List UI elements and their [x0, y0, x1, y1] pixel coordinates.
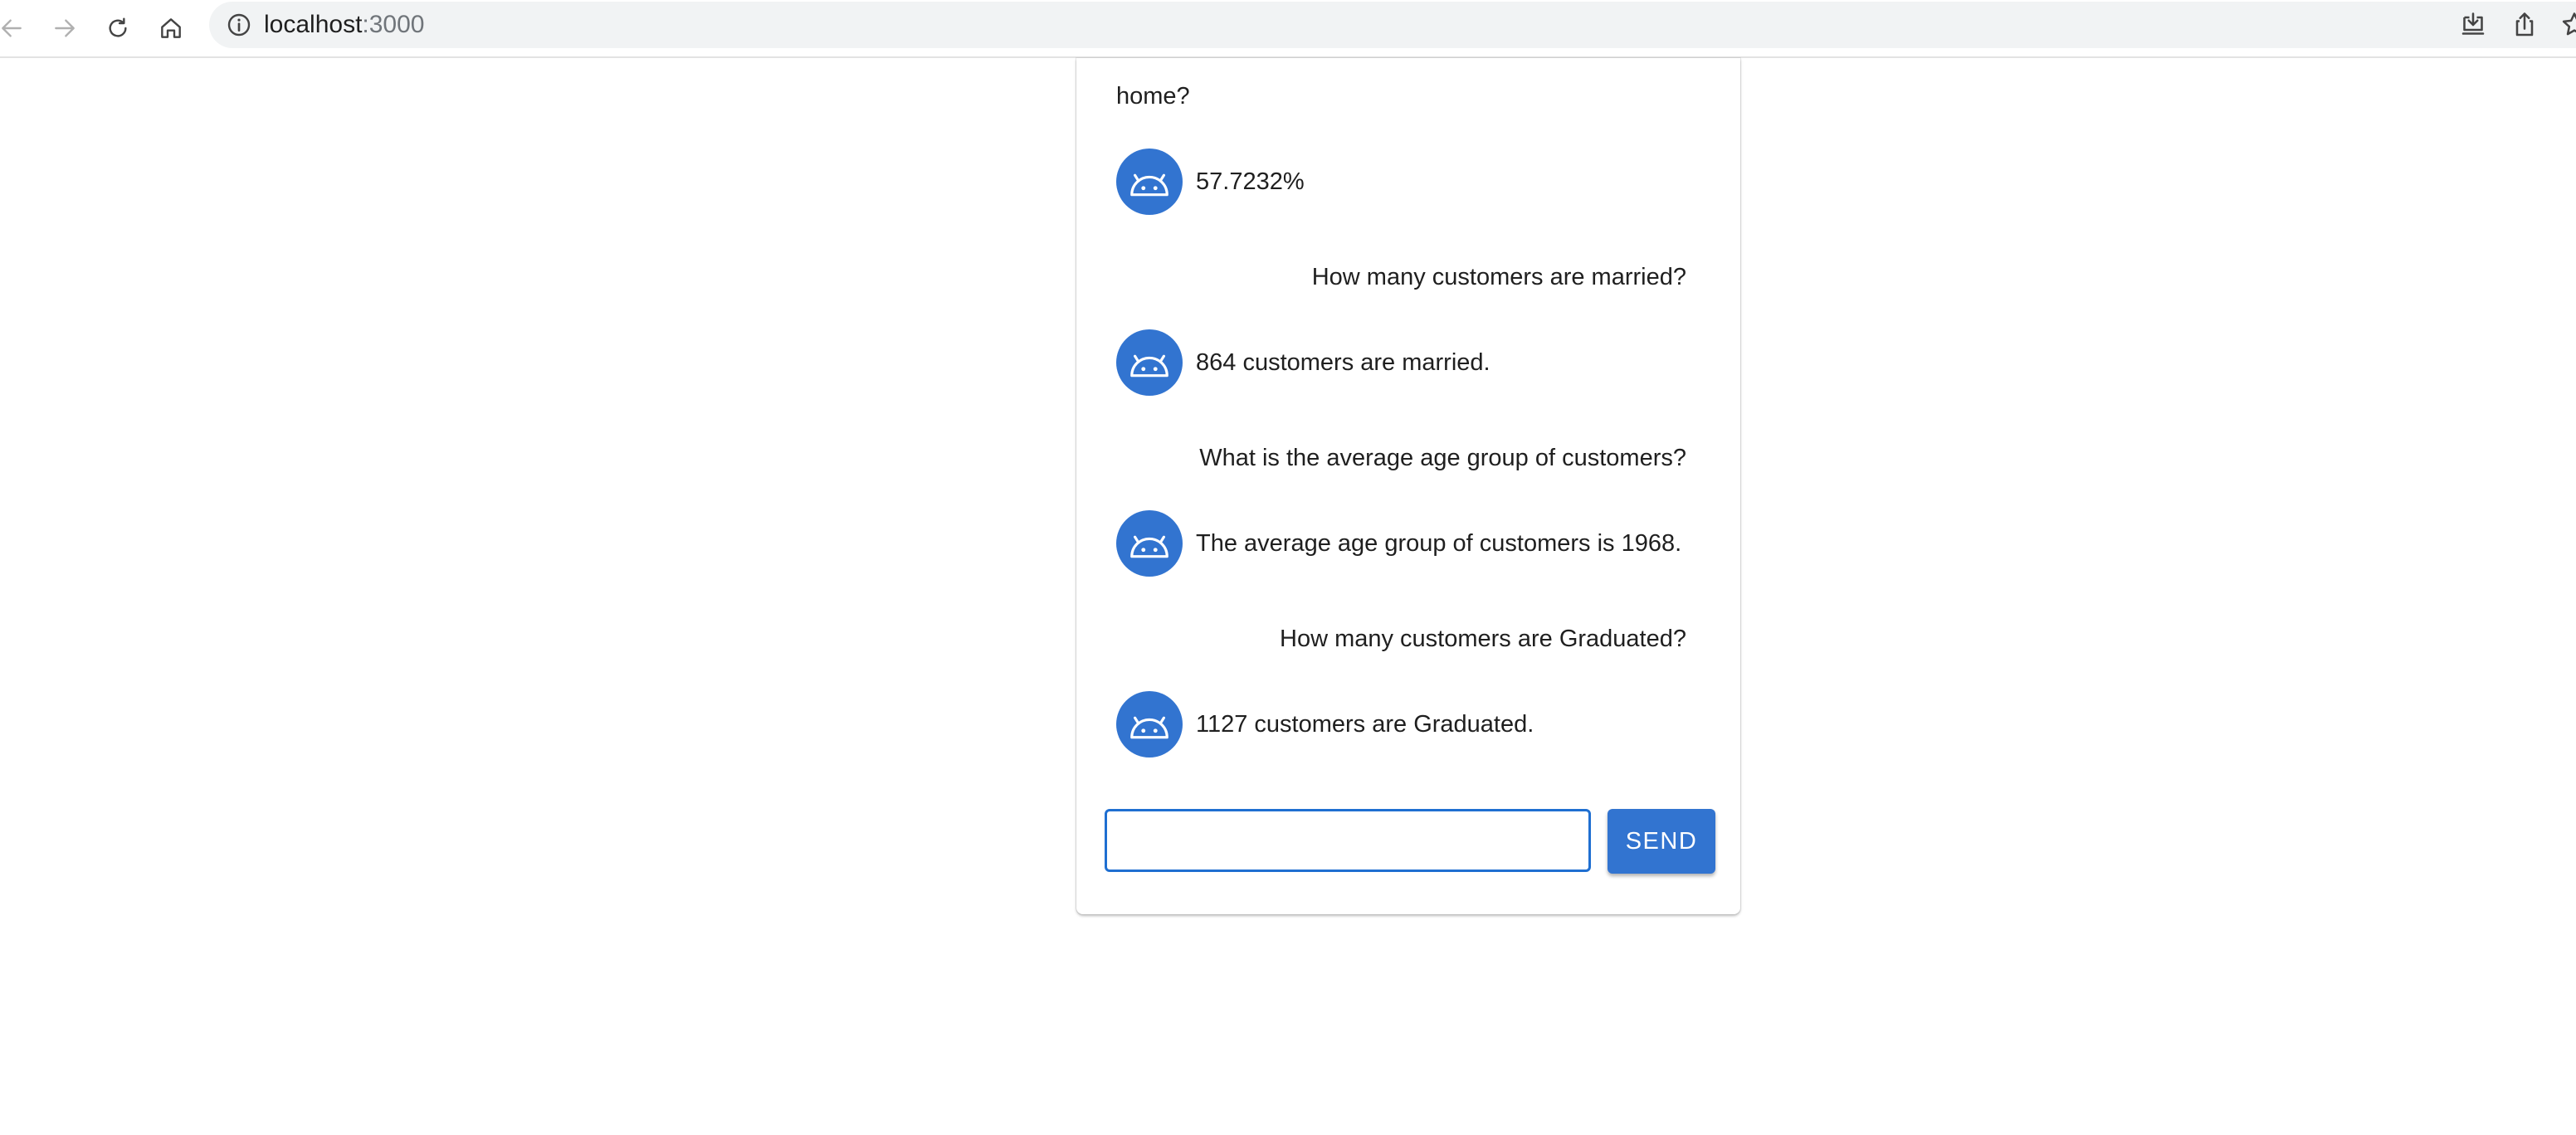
bot-message-text: 864 customers are married. — [1196, 349, 1490, 376]
info-icon[interactable] — [226, 12, 252, 38]
address-bar[interactable]: localhost:3000 — [209, 2, 2576, 48]
bot-message-text: 57.7232% — [1196, 168, 1305, 195]
bookmark-star-icon[interactable] — [2559, 10, 2576, 40]
user-message: What is the average age group of custome… — [1199, 445, 1686, 471]
android-robot-icon — [1116, 691, 1183, 757]
android-robot-icon — [1116, 329, 1183, 396]
url-text: localhost:3000 — [264, 10, 424, 40]
android-robot-icon — [1116, 510, 1183, 577]
back-arrow-icon[interactable] — [0, 7, 33, 50]
forward-arrow-icon[interactable] — [43, 7, 86, 50]
send-button[interactable]: SEND — [1608, 809, 1715, 874]
url-port: :3000 — [362, 11, 425, 38]
chat-input[interactable] — [1105, 809, 1591, 872]
bot-message-text: 1127 customers are Graduated. — [1196, 711, 1534, 738]
android-robot-icon — [1116, 149, 1183, 215]
reload-icon[interactable] — [96, 7, 139, 50]
install-app-icon[interactable] — [2458, 10, 2488, 40]
share-icon[interactable] — [2510, 10, 2539, 40]
url-host: localhost — [264, 11, 363, 38]
user-message: How many customers are married? — [1311, 264, 1686, 290]
home-icon[interactable] — [149, 7, 193, 50]
bot-message-text: The average age group of customers is 19… — [1196, 530, 1682, 557]
user-message: How many customers are Graduated? — [1280, 626, 1686, 652]
chat-card: home? 57.7232% How many customers are ma… — [1076, 58, 1740, 914]
browser-toolbar: localhost:3000 — [0, 0, 2576, 58]
user-message-partial: home? — [1116, 83, 1190, 110]
